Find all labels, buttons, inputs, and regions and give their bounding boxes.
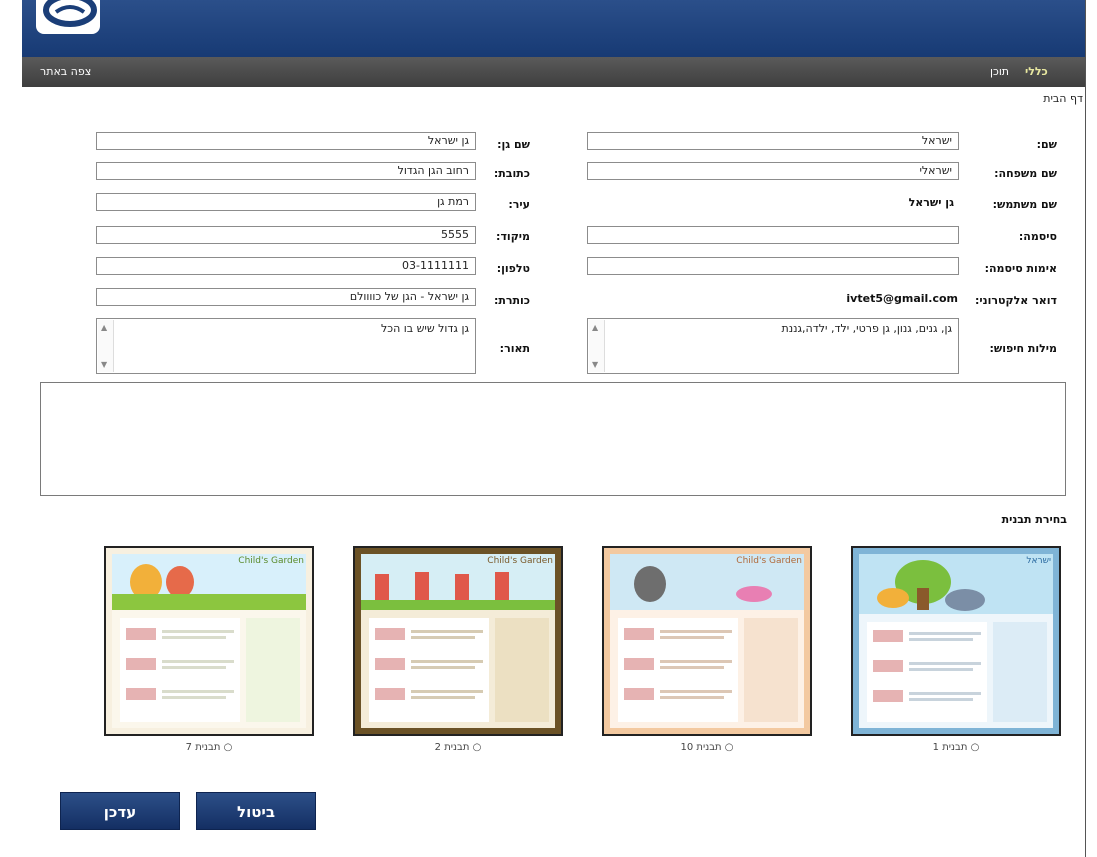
- email-label: דואר אלקטרוני:: [975, 294, 1057, 307]
- view-site-link[interactable]: צפה באתר: [40, 65, 91, 78]
- template-thumb-1[interactable]: ישראל: [851, 546, 1061, 736]
- site-title-field[interactable]: גן ישראל - הגן של כוווולם: [96, 288, 476, 306]
- kindergarten-name-label: שם גן:: [497, 138, 530, 151]
- tab-general[interactable]: כללי: [1025, 65, 1048, 78]
- template-1-site-title: ישראל: [1026, 556, 1051, 566]
- scroll-up-icon[interactable]: ▲: [101, 323, 107, 332]
- email-value: ivtet5@gmail.com: [846, 292, 958, 305]
- template-10-label: תבנית 10: [680, 742, 722, 753]
- template-thumb-2[interactable]: Child's Garden: [353, 546, 563, 736]
- page-border: [1085, 0, 1086, 857]
- update-button[interactable]: עדכן: [60, 792, 180, 830]
- radio-icon[interactable]: ○: [469, 742, 482, 753]
- username-value: גן ישראל: [908, 196, 954, 209]
- radio-icon[interactable]: ○: [220, 742, 233, 753]
- phone-field[interactable]: 03-1111111: [96, 257, 476, 275]
- password-confirm-field[interactable]: [587, 257, 959, 275]
- template-7-label: תבנית 7: [185, 742, 221, 753]
- last-name-label: שם משפחה:: [994, 167, 1057, 180]
- template-2-label: תבנית 2: [434, 742, 470, 753]
- radio-icon[interactable]: ○: [967, 742, 980, 753]
- breadcrumb[interactable]: דף הבית: [1043, 92, 1083, 105]
- description-label: תאור:: [499, 342, 530, 355]
- address-field[interactable]: רחוב הגן הגדול: [96, 162, 476, 180]
- header-bar: [22, 0, 1085, 57]
- template-section-title: בחירת תבנית: [1001, 513, 1067, 526]
- username-label: שם משתמש:: [992, 198, 1057, 211]
- last-name-field[interactable]: ישראלי: [587, 162, 959, 180]
- radio-icon[interactable]: ○: [722, 742, 734, 753]
- rich-text-area[interactable]: [40, 382, 1066, 496]
- template-7-site-title: Child's Garden: [238, 556, 304, 566]
- description-scrollbar[interactable]: ▲ ▼: [98, 320, 114, 372]
- keywords-textarea[interactable]: גן, גנים, גנון, גן פרטי, ילד, ילדה,גננת …: [587, 318, 959, 374]
- scroll-down-icon[interactable]: ▼: [101, 360, 107, 369]
- tab-content[interactable]: תוכן: [990, 65, 1009, 78]
- scroll-up-icon[interactable]: ▲: [592, 323, 598, 332]
- description-text: גן גדול שיש בו הכל: [381, 322, 469, 335]
- keywords-scrollbar[interactable]: ▲ ▼: [589, 320, 605, 372]
- template-thumb-10[interactable]: Child's Garden: [602, 546, 812, 736]
- city-field[interactable]: רמת גן: [96, 193, 476, 211]
- template-1-label: תבנית 1: [932, 742, 968, 753]
- password-field[interactable]: [587, 226, 959, 244]
- first-name-field[interactable]: ישראל: [587, 132, 959, 150]
- keywords-label: מילות חיפוש:: [989, 342, 1057, 355]
- first-name-label: שם:: [1036, 138, 1057, 151]
- kindergarten-name-field[interactable]: גן ישראל: [96, 132, 476, 150]
- cancel-button[interactable]: ביטול: [196, 792, 316, 830]
- phone-label: טלפון:: [496, 262, 530, 275]
- zipcode-field[interactable]: 5555: [96, 226, 476, 244]
- description-textarea[interactable]: גן גדול שיש בו הכל ▲ ▼: [96, 318, 476, 374]
- nav-bar: צפה באתר כללי תוכן: [22, 57, 1085, 87]
- address-label: כתובת:: [493, 167, 530, 180]
- keywords-text: גן, גנים, גנון, גן פרטי, ילד, ילדה,גננת: [781, 322, 952, 335]
- template-2-site-title: Child's Garden: [487, 556, 553, 566]
- template-10-caption[interactable]: ○ תבנית 10: [602, 742, 812, 753]
- password-label: סיסמה:: [1018, 230, 1057, 243]
- logo: [36, 0, 100, 34]
- password-confirm-label: אימות סיסמה:: [984, 262, 1057, 275]
- template-7-caption[interactable]: ○ תבנית 7: [104, 742, 314, 753]
- site-title-label: כותרת:: [493, 294, 530, 307]
- scroll-down-icon[interactable]: ▼: [592, 360, 598, 369]
- template-10-site-title: Child's Garden: [736, 556, 802, 566]
- zipcode-label: מיקוד:: [496, 230, 530, 243]
- template-thumb-7[interactable]: Child's Garden: [104, 546, 314, 736]
- city-label: עיר:: [508, 198, 530, 211]
- template-2-caption[interactable]: ○ תבנית 2: [353, 742, 563, 753]
- template-1-caption[interactable]: ○ תבנית 1: [851, 742, 1061, 753]
